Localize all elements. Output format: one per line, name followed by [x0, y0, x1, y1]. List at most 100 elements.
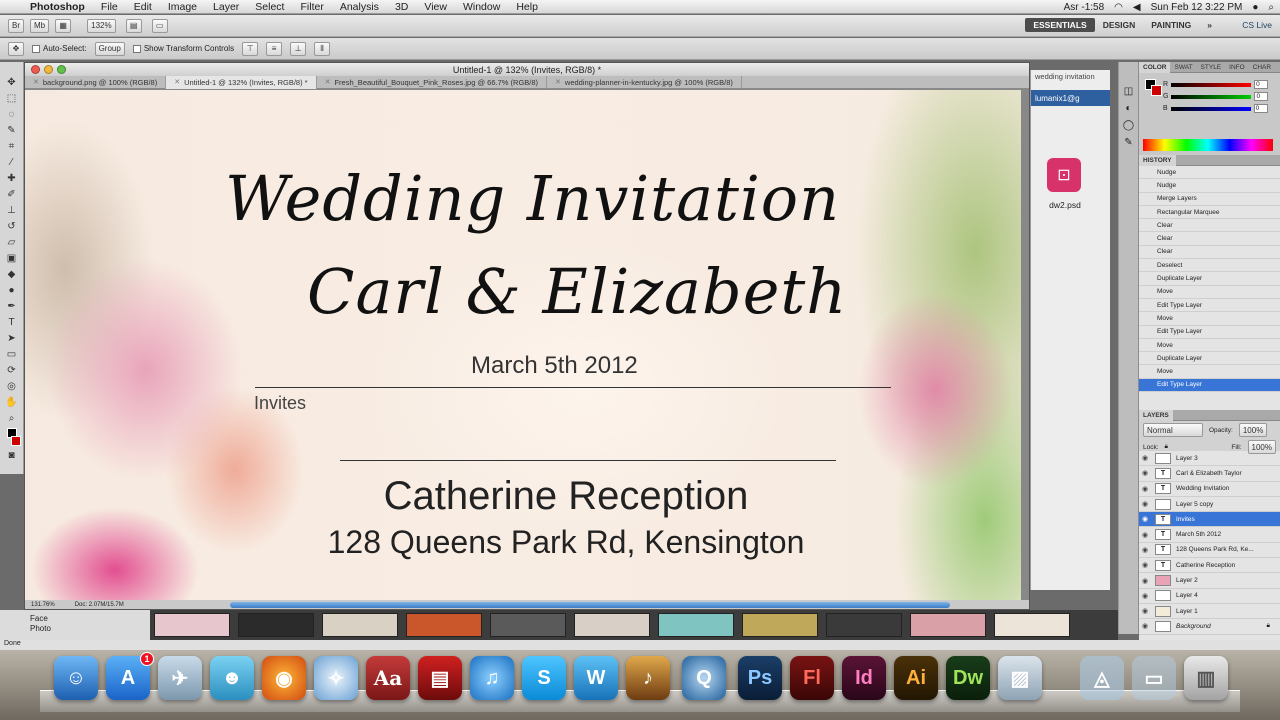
zoom-window-icon[interactable]	[57, 65, 66, 74]
volume-icon[interactable]: ◀	[1133, 2, 1141, 13]
garageband-icon[interactable]: ♪	[626, 656, 670, 700]
shape-tool-icon[interactable]: ▭	[5, 348, 19, 361]
layer-row[interactable]: ◉ Layer 4	[1139, 589, 1280, 604]
illustrator-icon[interactable]: Ai	[894, 656, 938, 700]
tab-color[interactable]: COLOR	[1139, 61, 1171, 73]
iphoto-icon[interactable]: ▨	[998, 656, 1042, 700]
healing-tool-icon[interactable]: ✚	[5, 172, 19, 185]
app-store-icon[interactable]: A1	[106, 652, 154, 700]
history-item[interactable]: Duplicate Layer	[1139, 352, 1280, 366]
dreamweaver-icon[interactable]: Dw	[946, 656, 990, 700]
workspace-essentials[interactable]: ESSENTIALS	[1025, 18, 1095, 32]
presenter-icon[interactable]: ▤	[418, 656, 462, 700]
green-value[interactable]: 0	[1254, 92, 1269, 101]
move-tool-preset-icon[interactable]: ✥	[8, 41, 24, 56]
gradient-tool-icon[interactable]: ▣	[5, 252, 19, 265]
film-thumbnail[interactable]	[238, 613, 314, 637]
brushes-icon[interactable]: ✎	[1124, 137, 1132, 148]
view-extras-button[interactable]: ▤	[125, 18, 142, 33]
indesign-icon[interactable]: Id	[842, 656, 886, 700]
user-icon[interactable]: ●	[1252, 2, 1258, 13]
layer-row[interactable]: ◉ T Wedding Invitation	[1139, 482, 1280, 497]
invitation-title[interactable]: Wedding Invitation	[225, 162, 840, 235]
skype-icon[interactable]: S	[522, 656, 566, 700]
visibility-eye-icon[interactable]: ◉	[1142, 607, 1150, 615]
brush-tool-icon[interactable]: ✐	[5, 188, 19, 201]
preview-icon[interactable]: ✈	[158, 656, 202, 700]
canvas[interactable]: Wedding Invitation Carl & Elizabeth Marc…	[25, 90, 1021, 600]
bridge-item-photo[interactable]: Photo	[30, 624, 120, 634]
visibility-eye-icon[interactable]: ◉	[1142, 622, 1150, 630]
blue-slider[interactable]	[1170, 106, 1251, 111]
menu-view[interactable]: View	[416, 1, 455, 13]
workspace-design[interactable]: DESIGN	[1095, 18, 1144, 32]
finder-icon[interactable]: ☺	[54, 656, 98, 700]
venue-address[interactable]: 128 Queens Park Rd, Kensington	[25, 524, 1021, 561]
move-tool-icon[interactable]: ✥	[5, 76, 19, 89]
workspace-painting[interactable]: PAINTING	[1143, 18, 1199, 32]
history-brush-tool-icon[interactable]: ↺	[5, 220, 19, 233]
eraser-tool-icon[interactable]: ▱	[5, 236, 19, 249]
applications-folder-icon[interactable]: ◬	[1080, 656, 1124, 700]
spotlight-icon[interactable]: ⌕	[1268, 2, 1274, 13]
wifi-icon[interactable]: ◠	[1114, 2, 1123, 13]
lock-icon[interactable]: 🔒︎	[1165, 443, 1168, 451]
flash-icon[interactable]: Fl	[790, 656, 834, 700]
marquee-tool-icon[interactable]: ⬚	[5, 92, 19, 105]
layer-row[interactable]: ◉ T March 5th 2012	[1139, 527, 1280, 543]
fg-bg-swatches[interactable]	[1145, 79, 1162, 96]
clock[interactable]: Sun Feb 12 3:22 PM	[1151, 2, 1243, 13]
visibility-eye-icon[interactable]: ◉	[1142, 469, 1150, 477]
layer-row[interactable]: ◉ Layer 1	[1139, 604, 1280, 620]
safari-icon[interactable]: ✧	[314, 656, 358, 700]
visibility-eye-icon[interactable]: ◉	[1142, 546, 1150, 554]
align-top-icon[interactable]: ⊤	[242, 41, 259, 56]
zoom-level-select[interactable]: 132%	[87, 18, 116, 33]
cs-live-button[interactable]: CS Live	[1242, 20, 1272, 30]
trash-icon[interactable]: ▥	[1184, 656, 1228, 700]
path-select-tool-icon[interactable]: ➤	[5, 332, 19, 345]
visibility-eye-icon[interactable]: ◉	[1142, 454, 1150, 462]
photoshop-icon[interactable]: Ps	[738, 656, 782, 700]
red-value[interactable]: 0	[1254, 80, 1269, 89]
3d-orbit-tool-icon[interactable]: ◎	[5, 380, 19, 393]
tab-bouquet-roses[interactable]: ✕ Fresh_Beautiful_Bouquet_Pink_Roses.jpg …	[317, 75, 548, 89]
3d-rotate-tool-icon[interactable]: ⟳	[5, 364, 19, 377]
layer-row-selected[interactable]: ◉ T Invites	[1139, 512, 1280, 528]
history-item[interactable]: Edit Type Layer	[1139, 299, 1280, 313]
tab-styles[interactable]: STYLE	[1197, 64, 1226, 71]
auto-select-checkbox[interactable]	[32, 44, 40, 53]
distribute-icon[interactable]: ⫴	[314, 41, 331, 56]
history-item[interactable]: Clear	[1139, 219, 1280, 233]
documents-folder-icon[interactable]: ▭	[1132, 656, 1176, 700]
adjustments-icon[interactable]: ◐	[1125, 103, 1131, 114]
auto-select-target-select[interactable]: Group	[94, 41, 125, 56]
tab-character[interactable]: CHAR	[1249, 64, 1275, 71]
menu-select[interactable]: Select	[247, 1, 292, 13]
opacity-field[interactable]: 100%	[1238, 423, 1268, 437]
psd-file-icon[interactable]: ⊡	[1047, 158, 1081, 192]
history-item[interactable]: Duplicate Layer	[1139, 272, 1280, 286]
layer-row[interactable]: ◉ T 128 Queens Park Rd, Ke...	[1139, 543, 1280, 559]
close-window-icon[interactable]	[31, 65, 40, 74]
visibility-eye-icon[interactable]: ◉	[1142, 561, 1150, 569]
tab-layers[interactable]: LAYERS	[1139, 409, 1173, 421]
eyedropper-tool-icon[interactable]: ⁄	[5, 156, 19, 169]
quick-select-tool-icon[interactable]: ✎	[5, 124, 19, 137]
close-tab-icon[interactable]: ✕	[555, 78, 561, 86]
bg-swatch[interactable]	[1151, 85, 1162, 96]
menu-analysis[interactable]: Analysis	[332, 1, 387, 13]
pen-tool-icon[interactable]: ✒	[5, 300, 19, 313]
close-tab-icon[interactable]: ✕	[174, 78, 180, 86]
history-item[interactable]: Move	[1139, 286, 1280, 299]
zoom-status[interactable]: 131.76%	[31, 602, 55, 608]
blue-value[interactable]: 0	[1253, 104, 1268, 113]
film-thumbnail[interactable]	[994, 613, 1070, 637]
horizontal-scrollbar[interactable]	[230, 602, 950, 608]
film-thumbnail[interactable]	[742, 613, 818, 637]
mini-bridge-button[interactable]: Mb	[30, 18, 50, 33]
masks-icon[interactable]: ◯	[1123, 120, 1134, 131]
history-item[interactable]: Clear	[1139, 232, 1280, 246]
history-item[interactable]: Merge Layers	[1139, 193, 1280, 206]
more-workspaces-icon[interactable]: »	[1199, 18, 1220, 32]
